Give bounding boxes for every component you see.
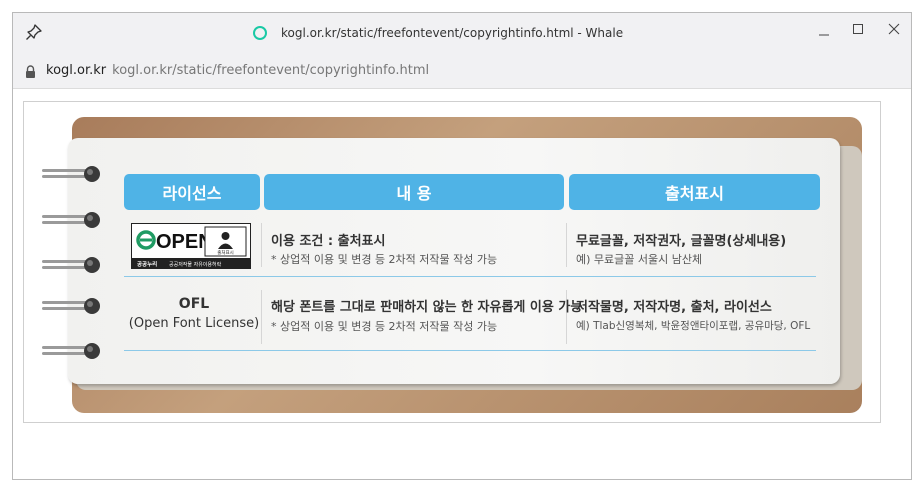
address-bar[interactable]: kogl.or.kr kogl.or.kr/static/freefonteven… <box>13 53 911 89</box>
column-divider <box>566 223 567 267</box>
header-content: 내 용 <box>264 174 564 210</box>
url-path: kogl.or.kr/static/freefontevent/copyrigh… <box>112 63 430 78</box>
ring-binder-icon <box>42 343 100 359</box>
ring-binder-icon <box>42 298 100 314</box>
maximize-icon[interactable] <box>845 18 871 44</box>
ring-binder-icon <box>42 212 100 228</box>
kogl-open-logo: OPEN 출처표시 공공누리 공공저작물 자유이용허락 <box>131 223 251 269</box>
logo-word: OPEN <box>156 231 213 253</box>
ring-binder-icon <box>42 257 100 273</box>
row1-content-title: 이용 조건 : 출처표시 <box>271 234 386 249</box>
row1-source-sub: 예) 무료글꼴 서울시 남산체 <box>576 253 703 266</box>
loading-icon <box>253 26 267 40</box>
window-title-area: kogl.or.kr/static/freefontevent/copyrigh… <box>253 24 623 42</box>
title-bar: kogl.or.kr/static/freefontevent/copyrigh… <box>13 13 911 53</box>
row1-source-title: 무료글꼴, 저작권자, 글꼴명(상세내용) <box>576 234 787 249</box>
page-content: 라이선스 내 용 출처표시 OPEN 출처표시 공공누리 공공저작물 자유이용허… <box>13 89 911 479</box>
row2-license-name: OFL <box>178 296 210 312</box>
row2-content-sub: * 상업적 이용 및 변경 등 2차적 저작물 작성 가능 <box>271 320 498 333</box>
row2-source-title: 저작물명, 저작자명, 출처, 라이선스 <box>576 300 772 315</box>
row1-content-sub: * 상업적 이용 및 변경 등 2차적 저작물 작성 가능 <box>271 253 498 266</box>
close-icon[interactable] <box>881 18 907 44</box>
row-divider <box>124 350 816 351</box>
logo-caption-right: 공공저작물 자유이용허락 <box>169 261 222 268</box>
lock-icon[interactable] <box>25 65 36 78</box>
row2-license-full: (Open Font License) <box>128 316 260 331</box>
url-domain: kogl.or.kr <box>46 63 107 78</box>
row-divider <box>124 276 816 277</box>
row2-source-sub: 예) Tlab신영복체, 박윤정앤타이포랩, 공유마당, OFL <box>576 320 811 332</box>
minimize-icon[interactable] <box>811 18 837 44</box>
header-license: 라이선스 <box>124 174 260 210</box>
ring-binder-icon <box>42 166 100 182</box>
browser-window: kogl.or.kr/static/freefontevent/copyrigh… <box>12 12 912 480</box>
logo-caption-left: 공공누리 <box>137 260 157 268</box>
row2-content-title: 해당 폰트를 그대로 판매하지 않는 한 자유롭게 이용 가능 <box>271 300 583 315</box>
header-source: 출처표시 <box>569 174 820 210</box>
pin-icon[interactable] <box>25 23 43 41</box>
logo-badge: 출처표시 <box>217 249 234 256</box>
url-text[interactable]: kogl.or.kr kogl.or.kr/static/freefonteven… <box>46 63 429 78</box>
column-divider <box>261 223 262 267</box>
window-title: kogl.or.kr/static/freefontevent/copyrigh… <box>281 26 624 40</box>
copyright-info-image: 라이선스 내 용 출처표시 OPEN 출처표시 공공누리 공공저작물 자유이용허… <box>23 101 881 423</box>
